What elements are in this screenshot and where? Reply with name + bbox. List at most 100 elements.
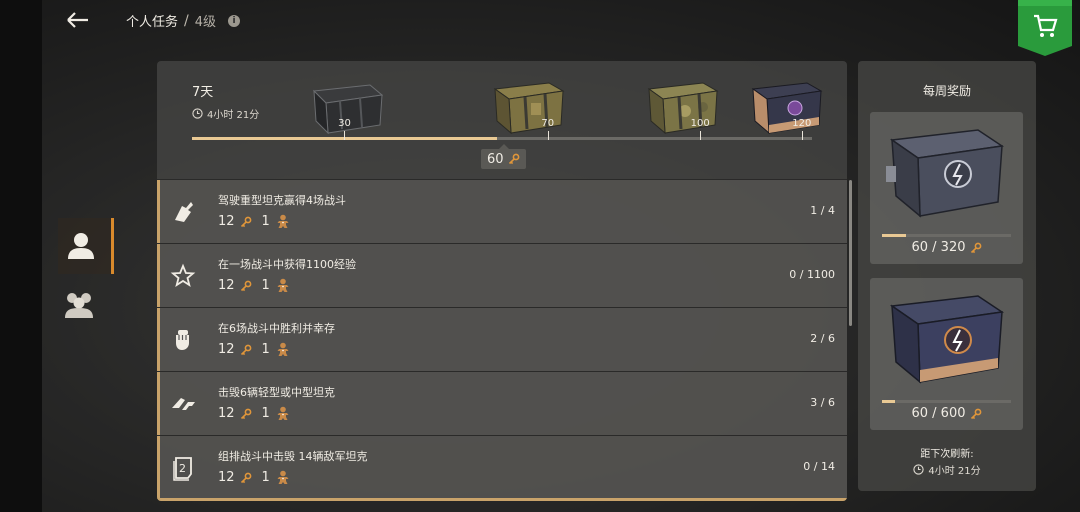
refresh-timer: 4小时 21分: [858, 462, 1036, 477]
reward-keys: 12: [218, 214, 235, 229]
task-reward: 12 1: [218, 470, 290, 485]
days-label: 7天: [192, 85, 214, 100]
reward-items: 1: [261, 278, 270, 293]
key-icon: [240, 280, 251, 291]
task-name: 组排战斗中击毁 14辆敌军坦克: [218, 450, 368, 463]
task-accent-bar: [157, 372, 160, 435]
breadcrumb-separator: /: [184, 12, 189, 29]
tasks-panel: 7天 4小时 21分 30 70 100 120 60 驾驶重型坦克赢得4场战斗…: [157, 61, 847, 501]
milestone-tick: [344, 131, 346, 140]
current-points-badge: 60: [481, 144, 526, 169]
milestone-value: 100: [690, 118, 710, 129]
weekly-reward-card[interactable]: 60 / 320: [870, 112, 1023, 264]
star-icon: [169, 262, 197, 290]
key-icon: [970, 408, 981, 419]
progress-section: 7天 4小时 21分 30 70 100 120 60: [157, 61, 847, 179]
clock-icon: [913, 464, 925, 475]
breadcrumb-title: 个人任务: [126, 15, 179, 30]
milestone-tick: [801, 131, 803, 140]
weekly-rewards-panel: 每周奖励 60 / 320 60 / 600 距下次刷新: 4小时 21分: [858, 61, 1036, 491]
milestone-tick: [547, 131, 549, 140]
task-progress: 0 / 1100: [789, 268, 835, 281]
gingerbread-icon: [277, 342, 289, 356]
milestone-value: 70: [541, 118, 555, 129]
task-name: 驾驶重型坦克赢得4场战斗: [218, 194, 346, 207]
task-reward: 12 1: [218, 278, 290, 293]
task-accent-bar: [157, 180, 160, 243]
reward-items: 1: [261, 214, 270, 229]
weekly-progress-track-2: [882, 400, 1011, 403]
weekly-progress-2: 60 / 600: [870, 406, 1023, 421]
weekly-progress-fill-2: [882, 400, 895, 403]
time-left: 4小时 21分: [192, 106, 259, 121]
gingerbread-icon: [277, 278, 289, 292]
group-icon: [65, 293, 93, 318]
sidebar-personal-tasks[interactable]: [58, 218, 114, 274]
heavy-tank-icon: [169, 198, 197, 226]
left-edge: [0, 0, 42, 512]
shop-cart-button[interactable]: [1018, 0, 1072, 56]
current-points: 60: [487, 151, 504, 167]
task-row[interactable]: 2 组排战斗中击毁 14辆敌军坦克 12 1 0 / 14: [157, 435, 847, 499]
platoon-icon: 2: [169, 454, 197, 482]
weekly-reward-card[interactable]: 60 / 600: [870, 278, 1023, 430]
light-tank-icon: [169, 390, 197, 418]
back-arrow-icon[interactable]: [64, 8, 92, 32]
refresh-time-text: 4小时 21分: [928, 466, 981, 477]
key-icon: [240, 344, 251, 355]
task-name: 在6场战斗中胜利并幸存: [218, 322, 335, 335]
weekly-chest-2-icon: [889, 295, 1005, 384]
reward-items: 1: [261, 406, 270, 421]
reward-keys: 12: [218, 278, 235, 293]
person-icon: [68, 233, 94, 259]
clock-icon: [192, 108, 203, 119]
reward-keys: 12: [218, 342, 235, 357]
milestone-value: 120: [792, 118, 812, 129]
task-progress: 1 / 4: [810, 204, 835, 217]
gingerbread-icon: [277, 470, 289, 484]
gingerbread-icon: [277, 406, 289, 420]
task-row[interactable]: 在一场战斗中获得1100经验 12 1 0 / 1100: [157, 243, 847, 307]
chest-olive-icon[interactable]: [491, 79, 567, 137]
weekly-progress-text-1: 60 / 320: [911, 240, 966, 255]
reward-items: 1: [261, 342, 270, 357]
task-progress: 0 / 14: [803, 460, 835, 473]
weekly-progress-text-2: 60 / 600: [911, 406, 966, 421]
weekly-chest-1-icon: [886, 129, 1005, 218]
task-list: 驾驶重型坦克赢得4场战斗 12 1 1 / 4 在一场战斗中获得1100经验 12 1 0 /…: [157, 179, 847, 501]
task-reward: 12 1: [218, 342, 290, 357]
scrollbar[interactable]: [849, 180, 852, 326]
breadcrumb: 个人任务 / 4级 i: [126, 11, 241, 30]
task-accent-bar: [157, 244, 160, 307]
key-icon: [240, 408, 251, 419]
info-icon[interactable]: i: [228, 14, 241, 27]
list-bottom-border: [157, 498, 847, 501]
task-row[interactable]: 在6场战斗中胜利并幸存 12 1 2 / 6: [157, 307, 847, 371]
task-accent-bar: [157, 436, 160, 499]
key-icon: [240, 472, 251, 483]
task-name: 在一场战斗中获得1100经验: [218, 258, 356, 271]
key-icon: [240, 216, 251, 227]
weekly-progress-fill-1: [882, 234, 907, 237]
milestone-value: 30: [338, 118, 351, 129]
weekly-progress-1: 60 / 320: [870, 240, 1023, 255]
svg-text:2: 2: [179, 462, 186, 475]
task-reward: 12 1: [218, 406, 290, 421]
chest-premium-icon[interactable]: [749, 79, 825, 137]
weekly-title: 每周奖励: [922, 84, 971, 98]
sidebar-group-tasks[interactable]: [62, 288, 96, 322]
task-reward: 12 1: [218, 214, 290, 229]
reward-keys: 12: [218, 470, 235, 485]
task-progress: 2 / 6: [810, 332, 835, 345]
fist-icon: [169, 326, 197, 354]
task-progress: 3 / 6: [810, 396, 835, 409]
weekly-progress-track-1: [882, 234, 1011, 237]
breadcrumb-level: 4级: [194, 15, 217, 30]
active-indicator: [111, 218, 114, 274]
task-name: 击毁6辆轻型或中型坦克: [218, 386, 335, 399]
key-icon: [508, 153, 519, 165]
refresh-label: 距下次刷新:: [920, 449, 974, 460]
task-row[interactable]: 击毁6辆轻型或中型坦克 12 1 3 / 6: [157, 371, 847, 435]
task-row[interactable]: 驾驶重型坦克赢得4场战斗 12 1 1 / 4: [157, 179, 847, 243]
key-icon: [970, 242, 981, 253]
